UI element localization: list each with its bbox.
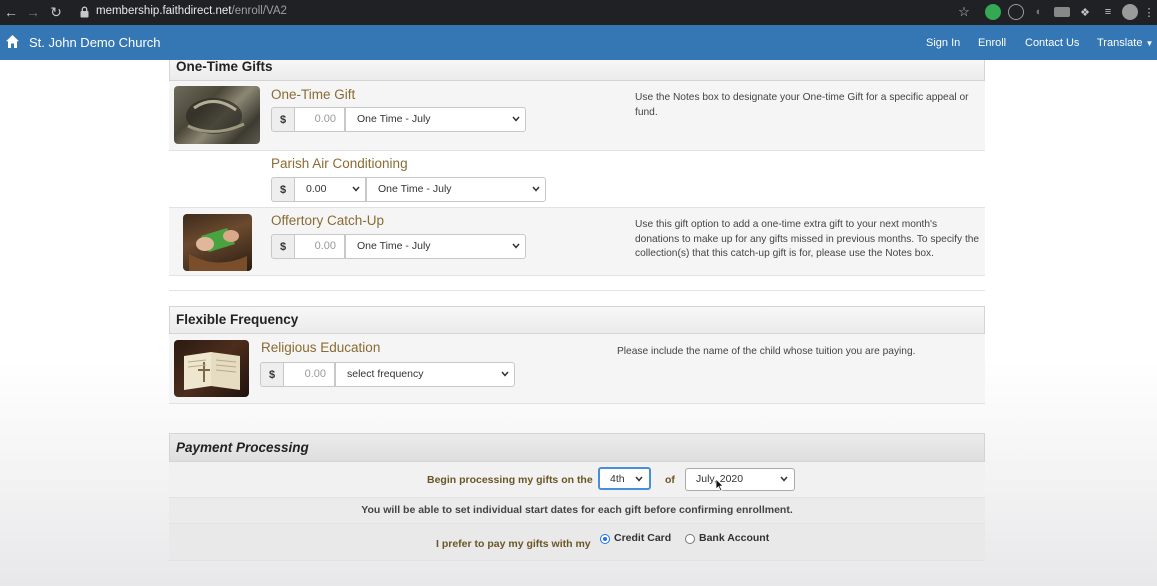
browser-toolbar: ← → ↻ membership.faithdirect.net/enroll/… — [0, 0, 1157, 25]
sign-in-link[interactable]: Sign In — [926, 37, 960, 49]
amount-input[interactable]: 0.00 — [284, 362, 335, 387]
frequency-value: One Time - July — [357, 240, 431, 252]
url-host: membership.faithdirect.net — [96, 5, 232, 17]
flexible-frequency-heading: Flexible Frequency — [169, 306, 985, 334]
payment-processing-heading: Payment Processing — [169, 433, 985, 462]
start-note-row: You will be able to set individual start… — [169, 498, 985, 524]
begin-processing-label: Begin processing my gifts on the — [427, 474, 593, 486]
frequency-value: select frequency — [347, 368, 424, 380]
enroll-page: One-Time Gifts One-Time Gift $ 0.00 One … — [0, 60, 1157, 586]
contact-us-link[interactable]: Contact Us — [1025, 37, 1079, 49]
frequency-select[interactable]: One Time - July — [366, 177, 546, 202]
payment-method-row: I prefer to pay my gifts with my Credit … — [169, 524, 985, 561]
start-date-note: You will be able to set individual start… — [361, 504, 793, 516]
one-time-gifts-heading: One-Time Gifts — [169, 60, 985, 81]
currency-addon: $ — [271, 234, 295, 259]
bank-account-radio[interactable] — [685, 534, 695, 544]
gift-row-air-conditioning: Parish Air Conditioning $ 0.00 One Time … — [169, 151, 985, 208]
site-navbar: St. John Demo Church Sign In Enroll Cont… — [0, 25, 1157, 60]
gift-note: Use this gift option to add a one-time e… — [635, 219, 980, 259]
lock-icon — [80, 6, 89, 18]
currency-addon: $ — [271, 107, 295, 132]
start-month-select[interactable]: July, 2020 — [685, 468, 795, 491]
enroll-link[interactable]: Enroll — [978, 37, 1006, 49]
church-name[interactable]: St. John Demo Church — [29, 35, 161, 50]
gift-row-religious-education: Religious Education $ 0.00 select freque… — [169, 334, 985, 404]
reading-list-icon[interactable]: ≡ — [1100, 4, 1116, 20]
frequency-select[interactable]: One Time - July — [345, 234, 526, 259]
gift-title: Parish Air Conditioning — [271, 156, 408, 171]
chevron-down-icon — [352, 186, 360, 192]
chevron-down-icon — [501, 371, 509, 377]
chevron-down-icon — [512, 243, 520, 249]
reload-icon[interactable]: ↻ — [47, 3, 65, 21]
credit-card-radio[interactable] — [600, 534, 610, 544]
currency-addon: $ — [271, 177, 295, 202]
gift-title: One-Time Gift — [271, 87, 356, 102]
gift-image-collection-basket — [174, 86, 260, 144]
profile-avatar[interactable] — [1122, 4, 1138, 20]
home-icon[interactable] — [5, 34, 20, 49]
amount-input[interactable]: 0.00 — [295, 234, 345, 259]
address-bar[interactable]: membership.faithdirect.net/enroll/VA2 — [96, 5, 287, 17]
frequency-value: One Time - July — [357, 113, 431, 125]
bookmark-star-icon[interactable]: ☆ — [956, 4, 972, 20]
bank-account-label[interactable]: Bank Account — [699, 532, 769, 544]
c-extension-icon[interactable]: ◐ — [1031, 4, 1047, 20]
amount-input[interactable]: 0.00 — [295, 107, 345, 132]
back-icon[interactable]: ← — [2, 3, 20, 21]
gift-title: Religious Education — [261, 340, 381, 355]
gift-image-offering-envelope — [183, 214, 252, 271]
payment-method-label: I prefer to pay my gifts with my — [436, 538, 591, 550]
section-divider — [169, 290, 985, 291]
frequency-select[interactable]: One Time - July — [345, 107, 526, 132]
frequency-select[interactable]: select frequency — [335, 362, 515, 387]
frequency-value: One Time - July — [378, 183, 452, 195]
gift-image-bible — [174, 340, 249, 397]
start-day-value: 4th — [610, 473, 625, 485]
credit-card-label[interactable]: Credit Card — [614, 532, 671, 544]
mouse-cursor-icon — [715, 478, 724, 492]
gift-note: Use the Notes box to designate your One-… — [635, 92, 969, 118]
amount-value: 0.00 — [306, 183, 327, 195]
chevron-down-icon — [780, 476, 788, 482]
chevron-down-icon — [512, 116, 520, 122]
start-day-select[interactable]: 4th — [598, 467, 651, 490]
of-label: of — [665, 474, 675, 486]
video-extension-icon[interactable] — [1054, 7, 1070, 17]
chevron-down-icon — [635, 476, 643, 482]
gift-row-catch-up: Offertory Catch-Up $ 0.00 One Time - Jul… — [169, 208, 985, 276]
caret-down-icon: ▼ — [1145, 39, 1154, 48]
url-path: /enroll/VA2 — [231, 5, 287, 17]
forward-icon[interactable]: → — [24, 3, 42, 21]
green-extension-icon[interactable] — [985, 4, 1001, 20]
gift-title: Offertory Catch-Up — [271, 213, 385, 228]
amount-select[interactable]: 0.00 — [295, 177, 366, 202]
currency-addon: $ — [260, 362, 284, 387]
translate-label: Translate — [1097, 37, 1143, 49]
check-extension-icon[interactable] — [1008, 4, 1024, 20]
begin-processing-row: Begin processing my gifts on the 4th of … — [169, 462, 985, 498]
menu-dots-icon[interactable]: ⋮ — [1144, 4, 1155, 20]
gift-row-one-time: One-Time Gift $ 0.00 One Time - July Use… — [169, 81, 985, 151]
translate-menu[interactable]: Translate ▼ — [1097, 37, 1153, 49]
chevron-down-icon — [532, 186, 540, 192]
gift-note: Please include the name of the child who… — [617, 346, 916, 357]
puzzle-icon[interactable]: ❖ — [1077, 4, 1093, 20]
